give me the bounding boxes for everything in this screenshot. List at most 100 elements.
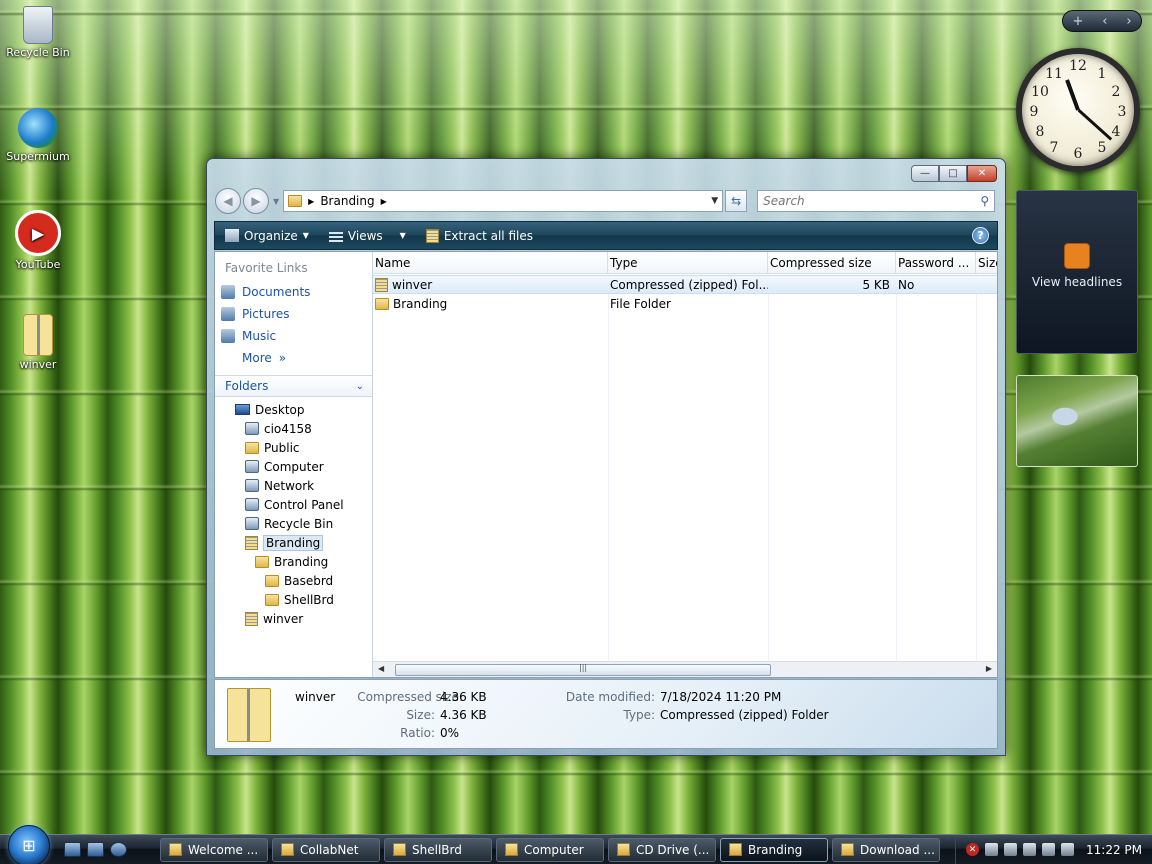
user-icon [245,422,259,435]
desktop-icon-recycle-bin[interactable]: Recycle Bin [4,6,72,59]
show-desktop-icon[interactable] [64,842,81,857]
column-header-compressed-size[interactable]: Compressed size [768,252,896,273]
taskbar-button[interactable]: Branding [720,837,828,862]
internet-explorer-icon[interactable] [110,842,127,857]
folder-icon [288,195,303,207]
recycle-bin-icon [23,6,53,44]
details-size: 4.36 KB [440,708,487,722]
address-dropdown-icon[interactable]: ▼ [711,196,718,206]
scroll-left-icon[interactable]: ◀ [378,664,384,673]
favorite-links-more[interactable]: More » [215,347,372,369]
organize-button[interactable]: Organize ▼ [215,222,319,249]
desktop-icon-winver[interactable]: winver [4,314,72,371]
tray-app-icon[interactable] [1004,843,1017,856]
tree-item[interactable]: Recycle Bin [215,514,372,533]
switch-windows-icon[interactable] [87,842,104,857]
file-row[interactable]: Branding File Folder [373,294,997,313]
tree-item[interactable]: Network [215,476,372,495]
feed-headlines-gadget[interactable]: View headlines [1016,190,1138,354]
recent-pages-dropdown[interactable]: ▼ [273,197,279,206]
favorite-link-pictures[interactable]: Pictures [215,303,372,325]
taskbar-button[interactable]: Computer [496,837,604,862]
favorite-link-documents[interactable]: Documents [215,281,372,303]
tree-item[interactable]: ShellBrd [215,590,372,609]
folder-icon [245,441,259,454]
tree-item[interactable]: Branding [215,552,372,571]
scroll-right-icon[interactable]: ▶ [986,664,992,673]
update-icon[interactable] [985,843,998,856]
horizontal-scrollbar[interactable]: ◀ ||| ▶ [373,661,997,677]
column-header-type[interactable]: Type [608,252,768,273]
volume-muted-icon[interactable] [1061,843,1074,856]
views-button[interactable]: Views ▼ [319,222,416,249]
tree-item[interactable]: winver [215,609,372,628]
tray-app-icon[interactable] [1023,843,1036,856]
windows-logo-icon: ⊞ [22,836,36,855]
content-area: Favorite Links Documents Pictures Music … [214,251,998,678]
add-gadget-button[interactable]: + [1072,14,1083,29]
tree-item[interactable]: Computer [215,457,372,476]
scrollbar-grip-icon: ||| [579,663,588,672]
command-bar: Organize ▼ Views ▼ Extract all files ? [214,221,998,250]
help-button[interactable]: ? [972,227,989,244]
search-icon[interactable]: ⚲ [980,194,989,208]
address-bar[interactable]: ▶ Branding ▶ ▼ [283,190,724,212]
address-row: ◀ ▶ ▼ ▶ Branding ▶ ▼ ⇆ ⚲ [215,187,999,215]
tree-item[interactable]: Basebrd [215,571,372,590]
tree-item-label: Basebrd [284,573,334,588]
tree-item[interactable]: Control Panel [215,495,372,514]
tree-item[interactable]: Public [215,438,372,457]
folders-header[interactable]: Folders ⌄ [215,375,372,397]
desktop-icon-label: Recycle Bin [6,46,70,59]
refresh-button[interactable]: ⇆ [725,190,748,212]
tree-item[interactable]: Branding [215,533,372,552]
taskbar-button[interactable]: Download ... [832,837,940,862]
file-row[interactable]: winver Compressed (zipped) Fol... 5 KB N… [373,275,997,294]
column-header-size[interactable]: Size [976,252,997,273]
start-button[interactable]: ⊞ [8,824,50,864]
folders-title: Folders [225,379,269,393]
details-type: Compressed (zipped) Folder [660,708,829,722]
network-icon[interactable] [1042,843,1055,856]
maximize-button[interactable]: □ [939,165,967,182]
desktop-icon-supermium[interactable]: Supermium [4,108,72,163]
zip-folder-icon [245,535,258,550]
taskbar-button[interactable]: Welcome ... [160,837,268,862]
clock-gadget[interactable]: 12 1 2 3 4 5 6 7 8 9 10 11 [1016,48,1140,172]
taskbar-button-label: Download ... [860,842,935,857]
close-button[interactable]: ✕ [967,165,997,182]
breadcrumb-separator-icon[interactable]: ▶ [381,197,387,206]
column-header-password[interactable]: Password ... [896,252,976,273]
tree-item-label: Branding [263,534,324,551]
tree-item[interactable]: cio4158 [215,419,372,438]
next-gadget-button[interactable]: › [1126,14,1131,29]
documents-icon [221,285,235,299]
tree-item-label: winver [263,611,304,626]
favorite-link-music[interactable]: Music [215,325,372,347]
clock[interactable]: 11:22 PM [1086,843,1142,857]
taskbar-button-label: ShellBrd [412,842,462,857]
column-header-name[interactable]: Name [373,252,608,273]
network-icon [245,479,259,492]
breadcrumb-branding[interactable]: Branding [320,194,374,208]
zip-folder-icon [227,688,271,742]
file-type: Compressed (zipped) Fol... [610,277,768,292]
minimize-button[interactable]: — [911,165,939,182]
details-file-name: winver [295,690,336,704]
column-headers: Name Type Compressed size Password ... S… [373,252,997,274]
taskbar-button[interactable]: ShellBrd [384,837,492,862]
favorite-link-label: Music [242,329,277,343]
slideshow-gadget[interactable] [1016,375,1138,467]
taskbar-button[interactable]: CD Drive (... [608,837,716,862]
back-button[interactable]: ◀ [215,188,241,214]
views-icon [328,229,343,242]
tree-item[interactable]: Desktop [215,400,372,419]
desktop-icon-youtube[interactable]: ▶ YouTube [4,210,72,271]
prev-gadget-button[interactable]: ‹ [1102,14,1107,29]
taskbar-button[interactable]: CollabNet [272,837,380,862]
forward-button[interactable]: ▶ [243,188,269,214]
search-input[interactable] [763,194,981,208]
security-alert-icon[interactable]: ✕ [966,843,979,856]
folder-icon [375,297,389,310]
extract-all-files-button[interactable]: Extract all files [416,222,543,249]
